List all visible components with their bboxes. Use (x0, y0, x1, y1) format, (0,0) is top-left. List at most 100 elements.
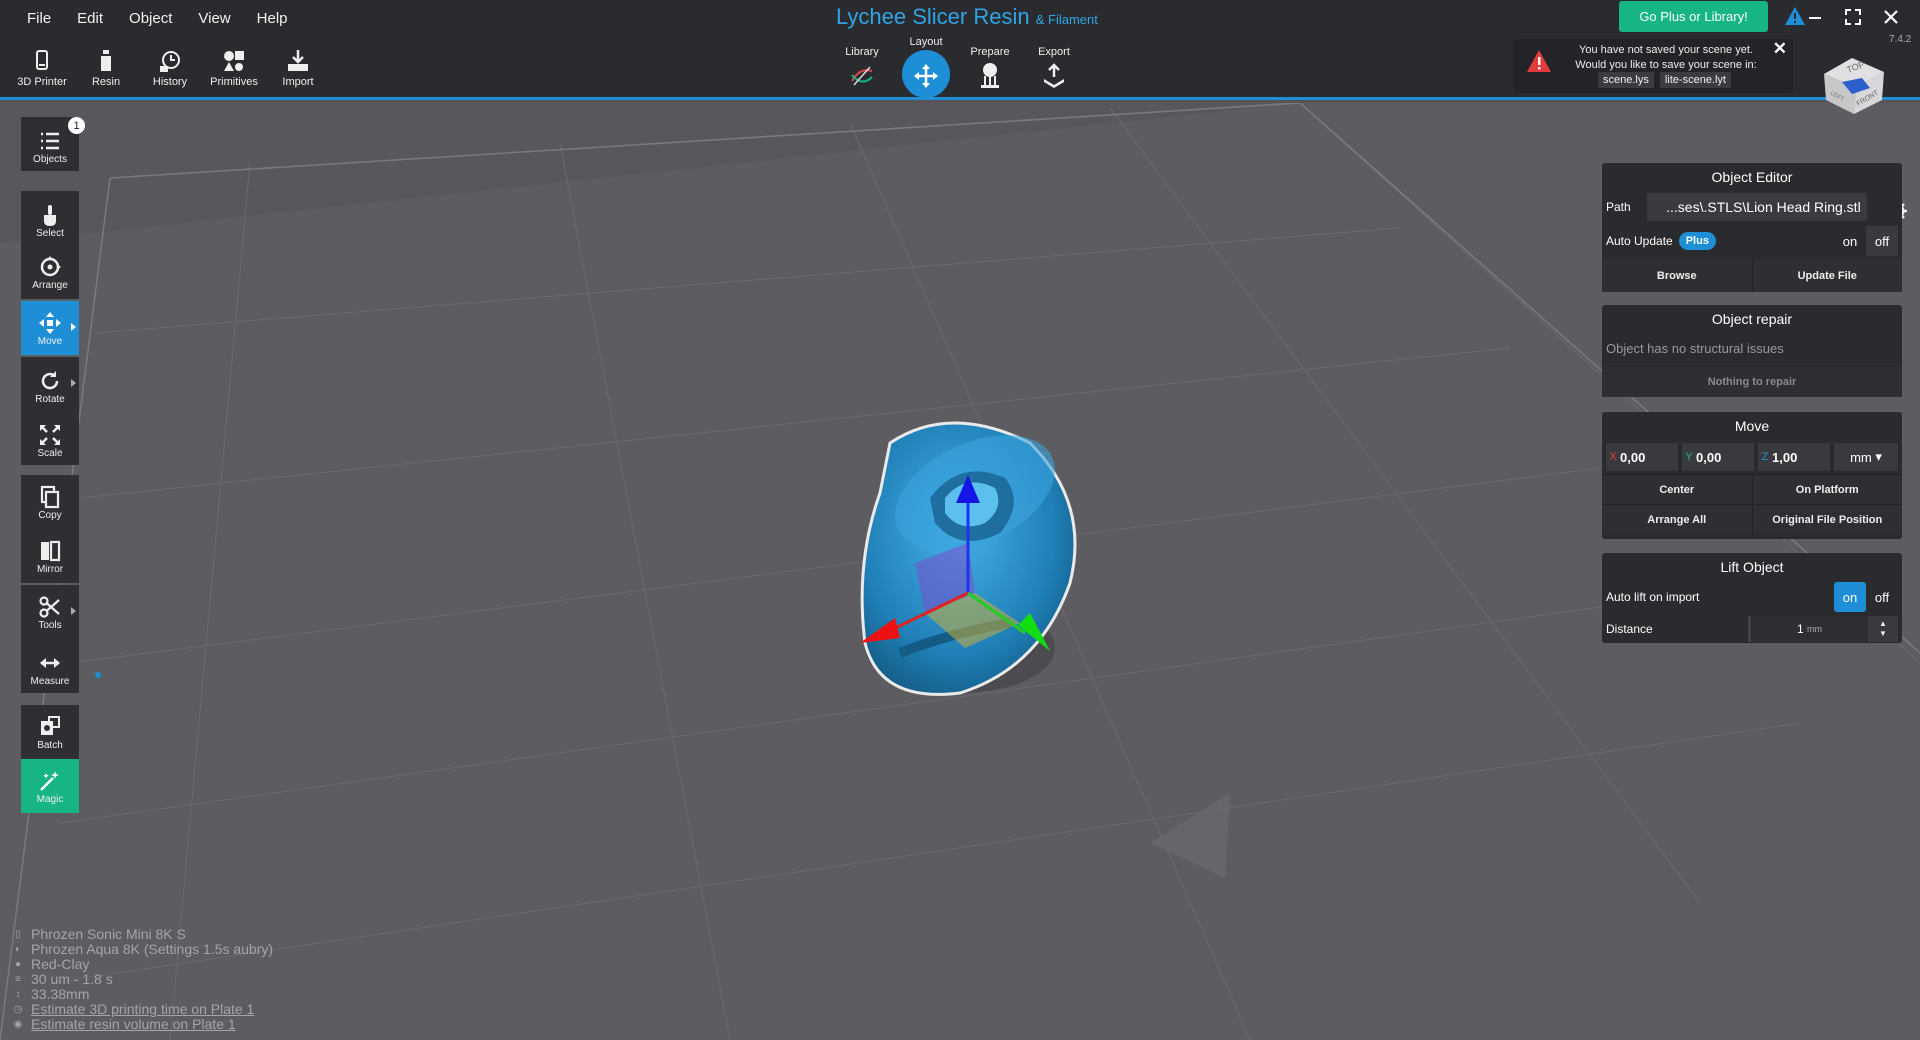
select-button[interactable]: Select (21, 191, 79, 245)
resin-label: Resin (91, 76, 121, 88)
auto-lift-toggle: on off (1834, 582, 1898, 612)
distance-unit: mm (1807, 624, 1823, 634)
object-editor-title: Object Editor (1711, 169, 1793, 185)
browse-button[interactable]: Browse (1602, 259, 1753, 292)
auto-lift-off[interactable]: off (1866, 582, 1898, 612)
print-info: ▯ Phrozen Sonic Mini 8K S ◐ Phrozen Aqua 8… (12, 927, 273, 1032)
scale-button[interactable]: Scale (21, 411, 79, 465)
tools-label: Tools (38, 620, 62, 631)
copy-button[interactable]: Copy (21, 475, 79, 529)
menu-edit[interactable]: Edit (64, 8, 116, 29)
maximize-button[interactable] (1842, 6, 1864, 28)
path-input[interactable] (1646, 193, 1867, 221)
tab-prepare[interactable]: Prepare (958, 36, 1022, 100)
decrement-icon[interactable]: ▼ (1879, 629, 1887, 639)
mirror-icon (41, 540, 61, 562)
go-plus-button[interactable]: Go Plus or Library! (1619, 1, 1768, 32)
tools-button[interactable]: Tools (21, 585, 79, 639)
original-file-position-button[interactable]: Original File Position (1752, 505, 1902, 534)
on-platform-button[interactable]: On Platform (1752, 475, 1902, 504)
auto-update-on[interactable]: on (1834, 226, 1866, 256)
height-icon: ↕ (15, 989, 21, 1000)
menu-help[interactable]: Help (244, 8, 301, 29)
move-x-input[interactable]: X 0,00 (1606, 443, 1678, 471)
layer-settings: 30 um - 1.8 s (31, 971, 113, 987)
move-z-input[interactable]: Z 1,00 (1758, 443, 1830, 471)
tab-library[interactable]: Library (830, 36, 894, 100)
resin-name: Phrozen Aqua 8K (Settings 1.5s aubry) (31, 941, 274, 957)
palette-icon: ● (14, 959, 22, 970)
update-file-button[interactable]: Update File (1752, 259, 1902, 292)
move-expand-icon (71, 323, 76, 331)
app-title-text: Lychee Slicer Resin (836, 4, 1030, 29)
x-axis-label: X (1609, 451, 1617, 463)
minimize-button[interactable] (1804, 6, 1826, 28)
object-repair-panel: Object repair Object has no structural i… (1602, 305, 1902, 397)
move-label: Move (37, 336, 63, 347)
menu-file[interactable]: File (14, 8, 64, 29)
view-cube[interactable]: TOP FRONT LEFT (1806, 48, 1886, 123)
repair-status: Object has no structural issues (1606, 340, 1784, 356)
objects-count-badge: 1 (68, 117, 85, 134)
close-window-button[interactable] (1880, 6, 1902, 28)
auto-update-off[interactable]: off (1866, 226, 1898, 256)
mirror-button[interactable]: Mirror (21, 529, 79, 583)
auto-lift-on[interactable]: on (1834, 582, 1866, 612)
primitives-label: Primitives (210, 76, 258, 88)
primitives-button[interactable]: Primitives (202, 48, 266, 88)
estimate-time-link[interactable]: Estimate 3D printing time on Plate 1 (31, 1002, 254, 1017)
tab-export[interactable]: Export (1022, 36, 1086, 100)
center-button[interactable]: Center (1602, 475, 1753, 504)
lift-object-title: Lift Object (1720, 559, 1784, 575)
arrange-button[interactable]: Arrange (21, 245, 79, 299)
menu-view[interactable]: View (185, 8, 243, 29)
nothing-to-repair-button[interactable]: Nothing to repair (1602, 367, 1902, 397)
rotate-button[interactable]: Rotate (21, 357, 79, 411)
menu-object[interactable]: Object (116, 8, 185, 29)
lift-object-panel: Lift Object Auto lift on import on off D… (1602, 553, 1902, 643)
move-button[interactable]: Move (21, 301, 79, 355)
history-icon (160, 51, 180, 72)
auto-update-toggle: on off (1834, 226, 1898, 256)
warning-icon[interactable] (1784, 6, 1806, 31)
increment-icon[interactable]: ▲ (1879, 619, 1887, 629)
object-editor-panel: Object Editor Path Auto Update Plus on o… (1602, 163, 1902, 292)
tab-prepare-label: Prepare (970, 46, 1010, 58)
save-notification: You have not saved your scene yet. Would… (1513, 39, 1793, 93)
import-button[interactable]: Import (266, 48, 330, 88)
move-y-input[interactable]: Y 0,00 (1682, 443, 1754, 471)
list-icon (41, 132, 59, 150)
tab-layout-label: Layout (909, 36, 943, 48)
unit-value: mm (1850, 449, 1872, 465)
unit-select[interactable]: mm ▾ (1834, 443, 1898, 471)
distance-spinner[interactable]: ▲ ▼ (1868, 616, 1898, 642)
info-time: ◷ Estimate 3D printing time on Plate 1 (12, 1002, 273, 1017)
path-label: Path (1606, 200, 1631, 214)
maximize-icon (1845, 9, 1861, 25)
scale-icon (40, 425, 60, 445)
resin-bottle-icon (101, 50, 111, 71)
history-button[interactable]: History (138, 48, 202, 88)
tab-layout[interactable]: Layout (894, 36, 958, 100)
printer-label: 3D Printer (17, 76, 67, 88)
measure-button[interactable]: Measure (21, 639, 79, 693)
layout-bubble (902, 50, 950, 98)
batch-button[interactable]: Batch (21, 705, 79, 759)
close-notification-icon[interactable]: ✕ (1773, 39, 1787, 59)
info-volume: ◉ Estimate resin volume on Plate 1 (12, 1017, 273, 1032)
resin-button[interactable]: Resin (74, 48, 138, 88)
model-height: 33.38mm (31, 986, 90, 1002)
info-resin: ◐ Phrozen Aqua 8K (Settings 1.5s aubry) (12, 942, 273, 957)
app-title-suffix: & Filament (1035, 12, 1098, 27)
distance-input[interactable]: 1 mm (1748, 616, 1868, 642)
magic-wand-icon (40, 771, 59, 791)
printer-small-icon: ▯ (15, 929, 21, 940)
save-scene-lys[interactable]: scene.lys (1598, 72, 1654, 88)
printer-button[interactable]: 3D Printer (10, 48, 74, 88)
magic-button[interactable]: Magic (21, 759, 79, 813)
magic-label: Magic (36, 794, 64, 805)
arrange-all-button[interactable]: Arrange All (1602, 505, 1753, 534)
batch-icon (41, 716, 60, 735)
estimate-volume-link[interactable]: Estimate resin volume on Plate 1 (31, 1017, 236, 1032)
save-lite-scene[interactable]: lite-scene.lyt (1659, 72, 1731, 88)
